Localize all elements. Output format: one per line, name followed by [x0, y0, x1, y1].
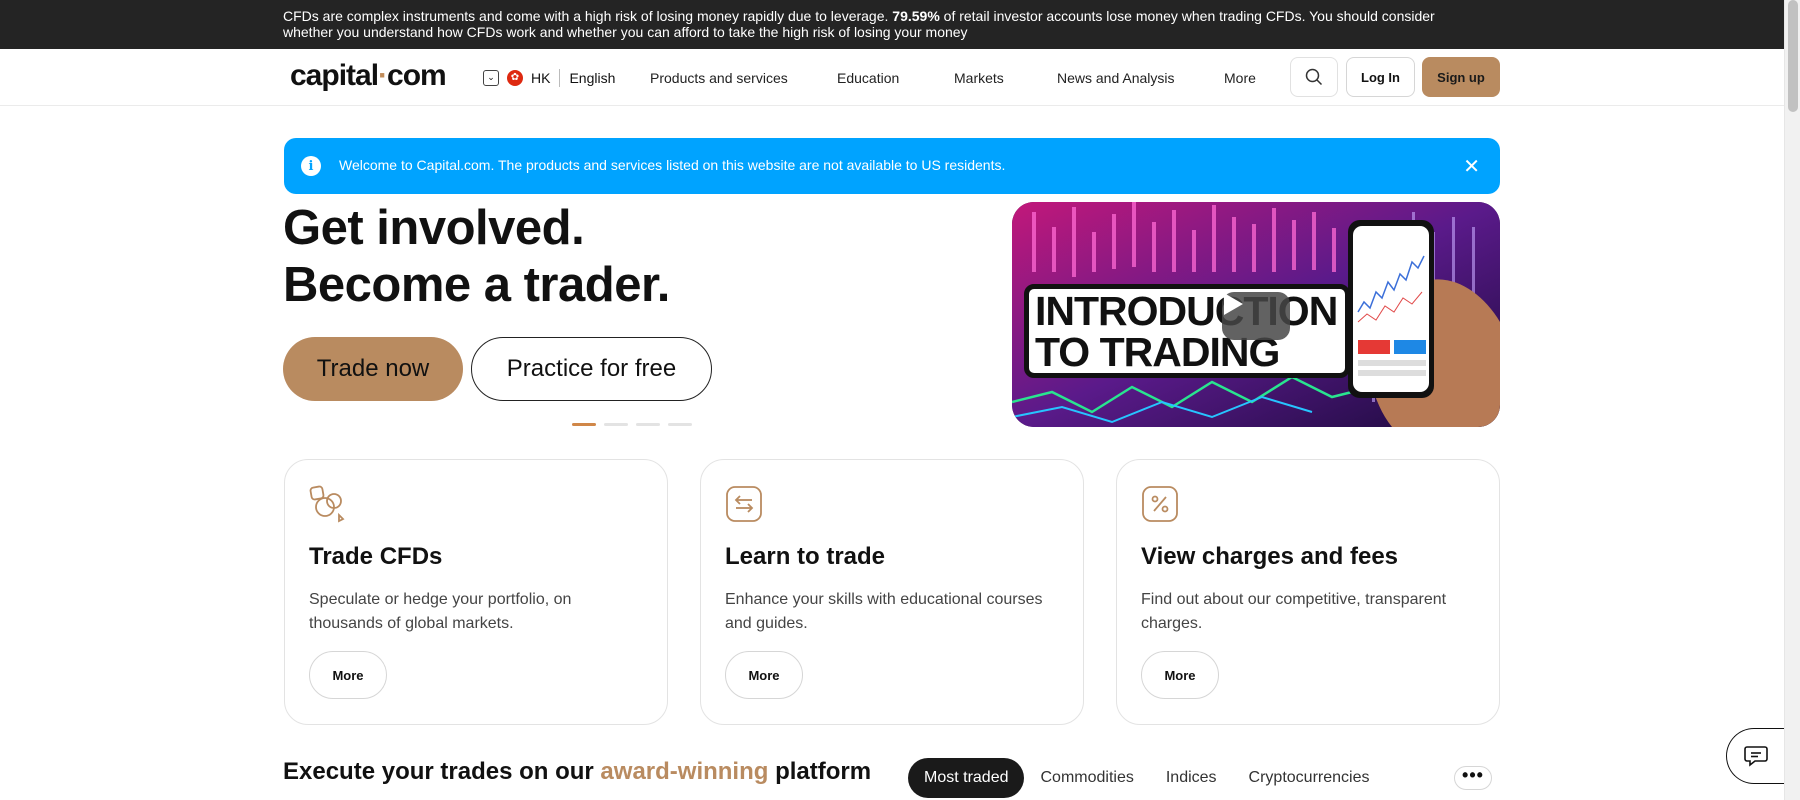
card-title: View charges and fees — [1141, 543, 1399, 570]
card-title: Learn to trade — [725, 543, 886, 570]
language-label[interactable]: English — [569, 70, 615, 86]
site-header: capital·com ⌄ ✿ HK English Products and … — [0, 49, 1784, 106]
notice-message: Welcome to Capital.com. The products and… — [339, 157, 1006, 173]
hero-title-line-2: Become a trader. — [283, 258, 670, 312]
hero-title-line-1: Get involved. — [283, 201, 585, 255]
card-description: Enhance your skills with educational cou… — [725, 591, 1043, 632]
more-tabs-ellipsis-icon[interactable]: ••• — [1454, 766, 1492, 790]
trade-cfds-more-button[interactable]: More — [309, 651, 387, 699]
nav-markets[interactable]: Markets — [954, 49, 1004, 106]
video-caption-line-2: TO TRADING — [1035, 329, 1280, 375]
locale-selector[interactable]: ⌄ ✿ HK English — [483, 49, 615, 106]
carousel-pagination — [572, 423, 692, 426]
carousel-dot-4[interactable] — [668, 423, 692, 426]
nav-news-and-analysis[interactable]: News and Analysis — [1057, 49, 1175, 106]
region-label[interactable]: HK — [531, 70, 550, 86]
card-title: Trade CFDs — [309, 543, 443, 570]
page-scrollbar[interactable] — [1784, 0, 1800, 800]
tab-indices[interactable]: Indices — [1150, 758, 1233, 798]
platform-heading: Execute your trades on our award-winning… — [283, 758, 872, 785]
tab-most-traded[interactable]: Most traded — [908, 758, 1025, 798]
trade-now-button[interactable]: Trade now — [283, 337, 463, 401]
video-caption-line-1: INTRODUCTION — [1035, 288, 1338, 334]
chevron-down-icon[interactable]: ⌄ — [483, 69, 499, 86]
market-tabs: Most traded Commodities Indices Cryptocu… — [908, 758, 1385, 798]
login-button[interactable]: Log In — [1346, 57, 1415, 97]
us-residents-notice: i Welcome to Capital.com. The products a… — [284, 138, 1500, 194]
chat-button[interactable] — [1726, 728, 1784, 784]
capital-com-logo[interactable]: capital·com — [290, 59, 447, 93]
scrollbar-thumb[interactable] — [1788, 0, 1798, 112]
tab-cryptocurrencies[interactable]: Cryptocurrencies — [1233, 758, 1386, 798]
search-icon — [1305, 68, 1323, 86]
view-charges-more-button[interactable]: More — [1141, 651, 1219, 699]
hong-kong-flag-icon: ✿ — [507, 69, 523, 86]
percent-icon — [1142, 486, 1178, 522]
signup-button[interactable]: Sign up — [1422, 57, 1500, 97]
carousel-dot-1[interactable] — [572, 423, 596, 426]
locale-divider — [559, 68, 561, 87]
carousel-dot-2[interactable] — [604, 423, 628, 426]
risk-warning-bar: CFDs are complex instruments and come wi… — [0, 0, 1784, 49]
view-charges-and-fees-card[interactable]: View charges and fees Find out about our… — [1116, 459, 1500, 725]
card-description: Find out about our competitive, transpar… — [1141, 591, 1447, 632]
learn-to-trade-more-button[interactable]: More — [725, 651, 803, 699]
intro-video-thumbnail[interactable]: INTRODUCTION TO TRADING — [1012, 202, 1500, 427]
trade-cfds-card[interactable]: Trade CFDs Speculate or hedge your portf… — [284, 459, 668, 725]
shapes-icon — [309, 485, 345, 523]
search-button[interactable] — [1290, 57, 1338, 97]
nav-education[interactable]: Education — [837, 49, 899, 106]
play-icon[interactable] — [1222, 292, 1290, 340]
nav-more[interactable]: More — [1224, 49, 1256, 106]
tab-commodities[interactable]: Commodities — [1024, 758, 1149, 798]
chat-icon — [1743, 746, 1768, 767]
hero-title: Get involved. Become a trader. — [283, 200, 670, 314]
learn-to-trade-card[interactable]: Learn to trade Enhance your skills with … — [700, 459, 1084, 725]
risk-warning-text: CFDs are complex instruments and come wi… — [283, 8, 1435, 40]
close-icon[interactable]: ✕ — [1463, 154, 1480, 179]
info-icon: i — [301, 156, 321, 176]
nav-products-and-services[interactable]: Products and services — [650, 49, 788, 106]
card-description: Speculate or hedge your portfolio, on th… — [309, 591, 572, 632]
practice-for-free-button[interactable]: Practice for free — [471, 337, 712, 401]
carousel-dot-3[interactable] — [636, 423, 660, 426]
exchange-arrows-icon — [726, 486, 762, 522]
video-caption: INTRODUCTION TO TRADING — [1024, 284, 1351, 378]
